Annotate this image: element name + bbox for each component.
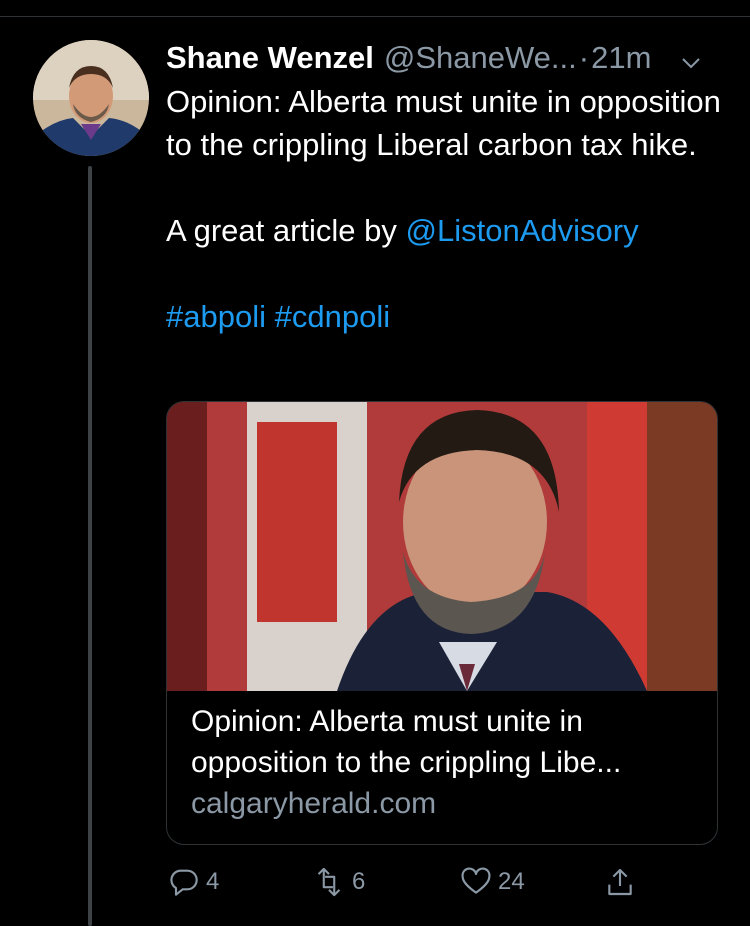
mention-link[interactable]: @ListonAdvisory bbox=[406, 213, 639, 248]
like-count: 24 bbox=[498, 868, 525, 895]
reply-count: 4 bbox=[206, 868, 220, 895]
hashtag-cdnpoli[interactable]: #cdnpoli bbox=[275, 299, 390, 334]
share-button[interactable] bbox=[604, 866, 636, 898]
retweet-icon bbox=[317, 867, 341, 897]
author-handle[interactable]: @ShaneWe... bbox=[384, 40, 577, 76]
reply-button[interactable]: 4 bbox=[168, 866, 219, 898]
like-button[interactable]: 24 bbox=[460, 866, 525, 898]
card-image bbox=[167, 402, 717, 691]
card-text: Opinion: Alberta must unite in oppositio… bbox=[167, 691, 717, 824]
tweet-text: Opinion: Alberta must unite in oppositio… bbox=[166, 80, 726, 338]
author-name[interactable]: Shane Wenzel bbox=[166, 40, 374, 76]
card-domain[interactable]: calgaryherald.com bbox=[191, 783, 693, 824]
retweet-count: 6 bbox=[352, 868, 366, 895]
timestamp[interactable]: 21m bbox=[591, 40, 651, 76]
thread-line bbox=[88, 166, 92, 926]
retweet-button[interactable]: 6 bbox=[312, 866, 365, 898]
like-icon bbox=[461, 867, 491, 894]
tweet-text-line1: Opinion: Alberta must unite in oppositio… bbox=[166, 84, 721, 162]
tweet[interactable]: Shane Wenzel @ShaneWe... · 21m Opinion: … bbox=[0, 0, 750, 926]
action-bar: 4 6 24 bbox=[166, 866, 726, 902]
tweet-header: Shane Wenzel @ShaneWe... · 21m bbox=[166, 36, 730, 80]
link-card[interactable]: Opinion: Alberta must unite in oppositio… bbox=[166, 401, 718, 845]
tweet-text-prefix: A great article by bbox=[166, 213, 406, 248]
reply-icon bbox=[170, 869, 198, 896]
share-icon bbox=[608, 868, 632, 896]
caret-down-icon[interactable] bbox=[680, 46, 702, 82]
separator-dot: · bbox=[578, 40, 590, 75]
card-title[interactable]: Opinion: Alberta must unite in oppositio… bbox=[191, 701, 693, 783]
hashtags: #abpoli #cdnpoli bbox=[166, 295, 726, 338]
hashtag-abpoli[interactable]: #abpoli bbox=[166, 299, 266, 334]
tweet-text-line2: A great article by @ListonAdvisory bbox=[166, 209, 726, 252]
divider bbox=[0, 16, 750, 17]
avatar[interactable] bbox=[33, 40, 149, 156]
